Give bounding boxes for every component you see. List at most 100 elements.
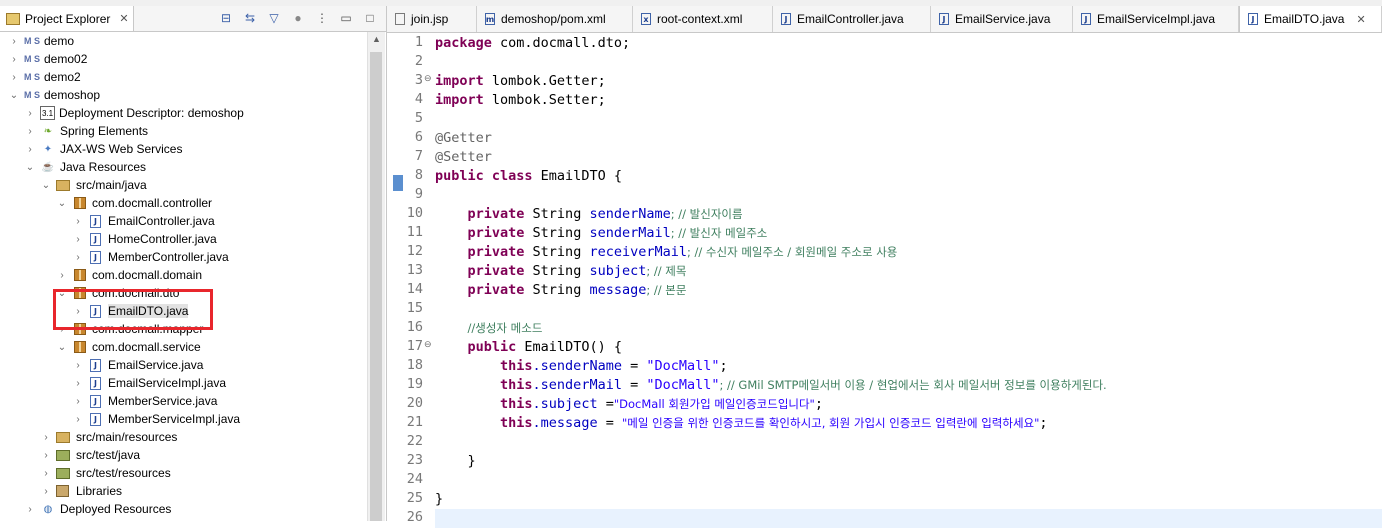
close-icon[interactable]: ✕	[119, 12, 128, 25]
tree-item-emailcontroller[interactable]: › J EmailController.java	[72, 212, 214, 230]
chevron-right-icon[interactable]: ›	[8, 36, 20, 47]
tree-item-libraries[interactable]: › Libraries	[40, 482, 122, 500]
chevron-right-icon[interactable]: ›	[72, 378, 84, 389]
current-line	[435, 509, 1382, 528]
chevron-right-icon[interactable]: ›	[40, 468, 52, 479]
code-comment: ; // 본문	[646, 283, 687, 297]
tree-item-label: EmailService.java	[108, 358, 204, 372]
chevron-right-icon[interactable]: ›	[24, 108, 36, 119]
tree-item-pkg-service[interactable]: ⌄ com.docmall.service	[56, 338, 201, 356]
focus-icon[interactable]: ●	[290, 10, 306, 26]
chevron-down-icon[interactable]: ⌄	[56, 198, 68, 209]
code-area[interactable]: package com.docmall.dto; import lombok.G…	[435, 33, 1382, 528]
collapse-all-icon[interactable]: ⊟	[218, 10, 234, 26]
code-comment: ; // 수신자 메일주소 / 회원메일 주소로 사용	[687, 245, 898, 259]
close-icon[interactable]: ✕	[1356, 13, 1365, 26]
chevron-right-icon[interactable]: ›	[72, 306, 84, 317]
tree-item-pkg-domain[interactable]: › com.docmall.domain	[56, 266, 202, 284]
chevron-right-icon[interactable]: ›	[8, 72, 20, 83]
chevron-down-icon[interactable]: ⌄	[8, 90, 20, 101]
tree-item-memberserviceimpl[interactable]: › J MemberServiceImpl.java	[72, 410, 240, 428]
minimize-icon[interactable]: ▭	[338, 10, 354, 26]
tree-item-emaildto[interactable]: › J EmailDTO.java	[72, 302, 189, 320]
code-line: import lombok.Setter;	[435, 91, 606, 110]
tree-item-deployment-descriptor[interactable]: › 3.1 Deployment Descriptor: demoshop	[24, 104, 244, 122]
chevron-right-icon[interactable]: ›	[72, 360, 84, 371]
chevron-right-icon[interactable]: ›	[56, 324, 68, 335]
package-icon	[74, 197, 86, 209]
scroll-up-icon[interactable]: ▲	[368, 34, 385, 48]
tree-item-emailserviceimpl[interactable]: › J EmailServiceImpl.java	[72, 374, 226, 392]
chevron-right-icon[interactable]: ›	[40, 486, 52, 497]
tree-item-spring-elements[interactable]: › ❧ Spring Elements	[24, 122, 148, 140]
chevron-right-icon[interactable]: ›	[72, 252, 84, 263]
chevron-right-icon[interactable]: ›	[8, 54, 20, 65]
tree-item-demo2[interactable]: › M S demo2	[8, 68, 80, 86]
tree-item-src-main-java[interactable]: ⌄ src/main/java	[40, 176, 147, 194]
chevron-right-icon[interactable]: ›	[72, 216, 84, 227]
tree-item-src-test-java[interactable]: › src/test/java	[40, 446, 140, 464]
tree-item-deployed-resources[interactable]: › ◍ Deployed Resources	[24, 500, 171, 518]
chevron-right-icon[interactable]: ›	[72, 396, 84, 407]
tree-item-label: demo02	[44, 52, 88, 66]
filter-icon[interactable]: ▽	[266, 10, 282, 26]
tab-emailcontroller[interactable]: J EmailController.java	[773, 6, 931, 32]
chevron-right-icon[interactable]: ›	[24, 144, 36, 155]
maximize-icon[interactable]: □	[362, 10, 378, 26]
code-field: .message	[532, 415, 598, 431]
tree-item-homecontroller[interactable]: › J HomeController.java	[72, 230, 216, 248]
tree-item-demoshop[interactable]: ⌄ M S demoshop	[8, 86, 100, 104]
fold-icon[interactable]: ⊖	[424, 73, 433, 84]
scrollbar-thumb[interactable]	[370, 52, 382, 521]
tree-item-pkg-mapper[interactable]: › com.docmall.mapper	[56, 320, 203, 338]
code-line: private String subject; // 제목	[435, 262, 687, 281]
chevron-right-icon[interactable]: ›	[24, 126, 36, 137]
tree-item-emailservice[interactable]: › J EmailService.java	[72, 356, 203, 374]
code-text: =	[621, 358, 647, 374]
chevron-right-icon[interactable]: ›	[40, 432, 52, 443]
tree-item-memberservice[interactable]: › J MemberService.java	[72, 392, 217, 410]
tab-join-jsp[interactable]: join.jsp	[387, 6, 477, 32]
project-icon: M S	[24, 36, 41, 46]
code-line: private String receiverMail; // 수신자 메일주소…	[435, 243, 898, 262]
code-field: .subject	[532, 396, 598, 412]
tab-label: EmailServiceImpl.java	[1097, 12, 1216, 26]
code-line: import lombok.Getter;	[435, 72, 606, 91]
chevron-right-icon[interactable]: ›	[24, 504, 36, 515]
project-explorer-tabbar: Project Explorer ✕ ⊟ ⇆ ▽ ● ⋮ ▭ □	[0, 6, 386, 32]
tree-item-demo[interactable]: › M S demo	[8, 32, 74, 50]
chevron-right-icon[interactable]: ›	[72, 234, 84, 245]
explorer-scrollbar[interactable]: ▲	[367, 32, 385, 521]
tab-label: EmailController.java	[797, 12, 904, 26]
tree-item-java-resources[interactable]: ⌄ ☕ Java Resources	[24, 158, 146, 176]
code-text: =	[597, 415, 622, 431]
chevron-down-icon[interactable]: ⌄	[40, 180, 52, 191]
fold-icon[interactable]: ⊖	[424, 339, 433, 350]
code-keyword: private	[467, 244, 525, 260]
tab-pom-xml[interactable]: m demoshop/pom.xml	[477, 6, 633, 32]
view-menu-icon[interactable]: ⋮	[314, 10, 330, 26]
line-number: 6	[414, 129, 423, 145]
chevron-down-icon[interactable]: ⌄	[56, 288, 68, 299]
chevron-right-icon[interactable]: ›	[56, 270, 68, 281]
tree-item-src-test-resources[interactable]: › src/test/resources	[40, 464, 170, 482]
chevron-down-icon[interactable]: ⌄	[56, 342, 68, 353]
tree-item-pkg-controller[interactable]: ⌄ com.docmall.controller	[56, 194, 212, 212]
line-number: 5	[414, 110, 423, 126]
code-text: EmailDTO {	[532, 168, 622, 184]
tree-item-src-main-resources[interactable]: › src/main/resources	[40, 428, 177, 446]
tab-emailserviceimpl[interactable]: J EmailServiceImpl.java	[1073, 6, 1239, 32]
tree-item-demo02[interactable]: › M S demo02	[8, 50, 87, 68]
chevron-right-icon[interactable]: ›	[40, 450, 52, 461]
link-with-editor-icon[interactable]: ⇆	[242, 10, 258, 26]
chevron-down-icon[interactable]: ⌄	[24, 162, 36, 173]
tab-emaildto[interactable]: J EmailDTO.java ✕	[1239, 6, 1382, 32]
web-services-icon: ✦	[43, 143, 53, 155]
chevron-right-icon[interactable]: ›	[72, 414, 84, 425]
tree-item-jax-ws[interactable]: › ✦ JAX-WS Web Services	[24, 140, 182, 158]
tab-root-context-xml[interactable]: x root-context.xml	[633, 6, 773, 32]
tab-project-explorer[interactable]: Project Explorer ✕	[0, 6, 134, 31]
tree-item-membercontroller[interactable]: › J MemberController.java	[72, 248, 228, 266]
tree-item-pkg-dto[interactable]: ⌄ com.docmall.dto	[56, 284, 180, 302]
tab-emailservice[interactable]: J EmailService.java	[931, 6, 1073, 32]
